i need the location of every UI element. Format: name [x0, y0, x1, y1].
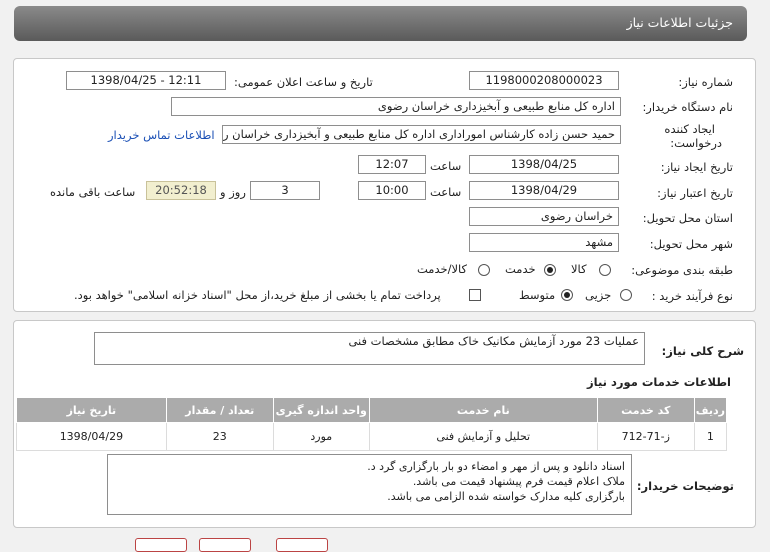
- category-radio-service[interactable]: [544, 264, 556, 276]
- category-radio-goods[interactable]: [599, 264, 611, 276]
- col-unit: واحد اندازه گیری: [272, 397, 370, 423]
- valid-time-label: ساعت: [430, 185, 462, 199]
- category-label: طبقه بندی موضوعی:: [631, 263, 733, 277]
- creator-label-line2: درخواست:: [670, 136, 722, 150]
- remaining-time-field: 20:52:18: [146, 181, 216, 200]
- process-radio-minor[interactable]: [620, 289, 632, 301]
- process-radio-medium[interactable]: [561, 289, 573, 301]
- buyer-note-line: اسناد دانلود و پس از مهر و امضاء دو بار …: [367, 460, 625, 473]
- treasury-payment-checkbox[interactable]: [469, 289, 481, 301]
- need-number-field[interactable]: 1198000208000023: [469, 71, 619, 90]
- province-label: استان محل تحویل:: [642, 211, 733, 225]
- treasury-payment-text: پرداخت تمام یا بخشی از مبلغ خرید،از محل …: [74, 288, 441, 302]
- process-label: نوع فرآیند خرید :: [651, 289, 733, 303]
- table-row[interactable]: 1 ز-71-712 تحلیل و آزمایش فنی مورد 23 13…: [16, 422, 728, 451]
- creator-label-line1: ایجاد کننده: [664, 122, 715, 136]
- col-need-date: تاریخ نیاز: [16, 397, 167, 423]
- col-row-no: ردیف: [693, 397, 728, 423]
- need-number-label: شماره نیاز:: [678, 75, 733, 89]
- col-quantity: تعداد / مقدار: [165, 397, 274, 423]
- buyer-notes-box[interactable]: اسناد دانلود و پس از مهر و امضاء دو بار …: [107, 454, 632, 515]
- description-field[interactable]: عملیات 23 مورد آزمایش مکانیک خاک مطابق م…: [94, 332, 645, 365]
- cell-row-no: 1: [693, 422, 728, 451]
- buyer-note-line: بارگزاری کلیه مدارک خواسته شده الزامی می…: [387, 490, 625, 503]
- description-label: شرح کلی نیاز:: [661, 344, 744, 358]
- valid-date-field[interactable]: 1398/04/29: [469, 181, 619, 200]
- buyer-note-line: ملاک اعلام قیمت فرم پیشنهاد قیمت می باشد…: [412, 475, 625, 488]
- cell-service-name: تحلیل و آزمایش فنی: [368, 422, 598, 451]
- creator-field[interactable]: حمید حسن زاده کارشناس اموراداری اداره کل…: [222, 125, 621, 144]
- category-goods-service-label: کالا/خدمت: [417, 262, 468, 276]
- city-field[interactable]: مشهد: [469, 233, 619, 252]
- action-button[interactable]: [135, 538, 187, 552]
- process-minor-label: جزیی: [585, 288, 612, 302]
- category-radio-goods-service[interactable]: [478, 264, 490, 276]
- day-and-label: روز و: [220, 185, 246, 199]
- col-service-code: کد خدمت: [596, 397, 695, 423]
- process-medium-label: متوسط: [519, 288, 556, 302]
- cell-service-code: ز-71-712: [596, 422, 695, 451]
- cell-need-date: 1398/04/29: [16, 422, 167, 451]
- create-date-field[interactable]: 1398/04/25: [469, 155, 619, 174]
- buyer-org-field[interactable]: اداره کل منابع طبیعی و آبخیزداری خراسان …: [171, 97, 621, 116]
- create-date-label: تاریخ ایجاد نیاز:: [660, 160, 733, 174]
- valid-date-label: تاریخ اعتبار نیاز:: [657, 186, 733, 200]
- buyer-contact-link[interactable]: اطلاعات تماس خریدار: [108, 128, 215, 142]
- cell-unit: مورد: [272, 422, 370, 451]
- announce-label: تاریخ و ساعت اعلان عمومی:: [234, 75, 373, 89]
- buyer-notes-label: توضیحات خریدار:: [636, 479, 734, 493]
- action-button[interactable]: [276, 538, 328, 552]
- announce-datetime-field[interactable]: 1398/04/25 - 12:11: [66, 71, 226, 90]
- services-table: ردیف کد خدمت نام خدمت واحد اندازه گیری ت…: [16, 397, 728, 451]
- create-time-label: ساعت: [430, 159, 462, 173]
- city-label: شهر محل تحویل:: [649, 237, 733, 251]
- province-field[interactable]: خراسان رضوی: [469, 207, 619, 226]
- days-field[interactable]: 3: [250, 181, 320, 200]
- category-goods-label: کالا: [571, 262, 587, 276]
- page-title: جزئیات اطلاعات نیاز: [626, 15, 733, 30]
- valid-time-field[interactable]: 10:00: [358, 181, 426, 200]
- buyer-org-label: نام دستگاه خریدار:: [642, 100, 733, 114]
- need-info-panel: شماره نیاز: 1198000208000023 تاریخ و ساع…: [13, 58, 756, 312]
- col-service-name: نام خدمت: [368, 397, 598, 423]
- services-table-header: ردیف کد خدمت نام خدمت واحد اندازه گیری ت…: [16, 397, 728, 423]
- cell-quantity: 23: [165, 422, 274, 451]
- remaining-label: ساعت باقی مانده: [50, 185, 136, 199]
- services-title: اطلاعات خدمات مورد نیاز: [587, 375, 731, 389]
- create-time-field[interactable]: 12:07: [358, 155, 426, 174]
- category-service-label: خدمت: [505, 262, 536, 276]
- page-header: جزئیات اطلاعات نیاز: [14, 6, 747, 41]
- action-button[interactable]: [199, 538, 251, 552]
